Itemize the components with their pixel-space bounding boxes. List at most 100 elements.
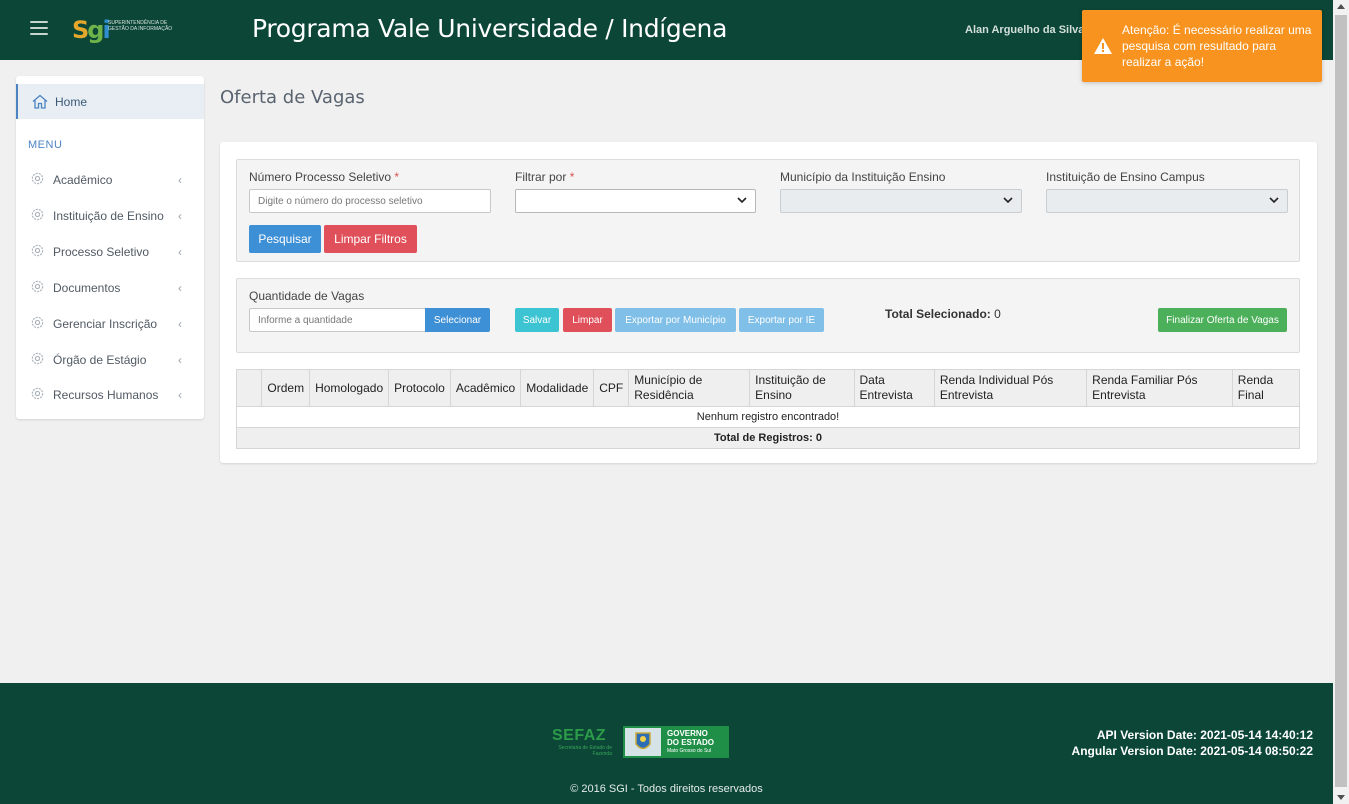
column-header[interactable]: Renda Individual Pós Entrevista	[933, 369, 1088, 407]
copyright: © 2016 SGI - Todos direitos reservados	[570, 783, 763, 795]
angular-version: Angular Version Date: 2021-05-14 08:50:2…	[1071, 744, 1313, 758]
chevron-down-icon	[1003, 197, 1013, 204]
app-title: Programa Vale Universidade / Indígena	[252, 14, 728, 43]
chevron-down-icon	[737, 197, 747, 204]
governo-ms-logo: GOVERNO DO ESTADO Mato Grosso do Sul	[623, 726, 729, 758]
sidebar: Home MENU Acadêmico ‹ Instituição de Ens…	[16, 76, 204, 419]
table-total-row: Total de Registros: 0	[236, 427, 1300, 449]
column-header[interactable]: Protocolo	[388, 369, 451, 407]
sidebar-item-label: Gerenciar Inscrição	[53, 317, 158, 331]
chevron-left-icon: ‹	[178, 281, 182, 295]
selecionar-button[interactable]: Selecionar	[425, 308, 490, 332]
sidebar-item-label: Recursos Humanos	[53, 388, 159, 402]
salvar-button[interactable]: Salvar	[515, 308, 559, 332]
sidebar-item-gerenciar-inscricao[interactable]: Gerenciar Inscrição ‹	[16, 304, 204, 340]
gear-icon	[31, 244, 44, 257]
column-header[interactable]: Ordem	[261, 369, 311, 407]
chevron-left-icon: ‹	[178, 317, 182, 331]
filtrar-select[interactable]	[515, 189, 756, 213]
actions-box: Quantidade de Vagas Selecionar Salvar Li…	[236, 278, 1300, 353]
logo-text: SUPERINTENDÊNCIA DE GESTÃO DA INFORMAÇÃO	[108, 20, 173, 32]
column-header[interactable]: Município de Residência	[628, 369, 751, 407]
chevron-left-icon: ‹	[178, 173, 182, 187]
sidebar-item-label: Órgão de Estágio	[53, 353, 147, 367]
total-registros: Total de Registros: 0	[236, 427, 1300, 449]
sidebar-item-processo[interactable]: Processo Seletivo ‹	[16, 232, 204, 268]
gear-icon	[31, 316, 44, 329]
column-header[interactable]: Renda Final	[1231, 369, 1301, 407]
sidebar-item-recursos-humanos[interactable]: Recursos Humanos ‹	[16, 375, 204, 411]
quantidade-label: Quantidade de Vagas	[249, 289, 365, 303]
chevron-left-icon: ‹	[178, 388, 182, 402]
total-selecionado: Total Selecionado: 0	[885, 307, 1001, 321]
chevron-left-icon: ‹	[178, 245, 182, 259]
sidebar-item-academico[interactable]: Acadêmico ‹	[16, 160, 204, 196]
sidebar-item-label: Acadêmico	[53, 173, 113, 187]
sidebar-item-instituicao[interactable]: Instituição de Ensino ‹	[16, 196, 204, 232]
exportar-ie-button[interactable]: Exportar por IE	[739, 308, 824, 332]
home-icon	[32, 94, 48, 109]
municipio-label: Município da Instituição Ensino	[780, 170, 946, 184]
sidebar-item-documentos[interactable]: Documentos ‹	[16, 268, 204, 304]
scroll-up-icon[interactable]	[1337, 4, 1345, 9]
filtrar-label: Filtrar por *	[515, 170, 575, 184]
exportar-municipio-button[interactable]: Exportar por Município	[615, 308, 736, 332]
column-header	[235, 369, 263, 407]
version-info: API Version Date: 2021-05-14 14:40:12 An…	[1072, 727, 1313, 759]
column-header[interactable]: Instituição de Ensino	[749, 369, 855, 407]
pesquisar-button[interactable]: Pesquisar	[249, 225, 321, 253]
filter-box: Número Processo Seletivo * Filtrar por *…	[236, 159, 1300, 262]
main-panel: Número Processo Seletivo * Filtrar por *…	[220, 142, 1317, 463]
footer: SEFAZ Secretaria de Estado de Fazenda GO…	[0, 683, 1333, 804]
sidebar-item-label: Documentos	[53, 281, 121, 295]
page-scrollbar[interactable]	[1333, 0, 1349, 804]
column-header[interactable]: Data Entrevista	[853, 369, 935, 407]
warning-toast[interactable]: Atenção: É necessário realizar uma pesqu…	[1082, 10, 1322, 82]
finalizar-oferta-button[interactable]: Finalizar Oferta de Vagas	[1158, 308, 1287, 332]
scroll-down-icon[interactable]	[1337, 795, 1345, 800]
gear-icon	[31, 208, 44, 221]
hamburger-menu-icon[interactable]	[30, 21, 48, 35]
state-crest-icon	[625, 728, 661, 756]
column-header[interactable]: Modalidade	[520, 369, 595, 407]
sidebar-item-label: Home	[55, 95, 88, 109]
sgi-logo[interactable]: Sgi SUPERINTENDÊNCIA DE GESTÃO DA INFORM…	[72, 16, 172, 46]
gear-icon	[31, 387, 44, 400]
column-header[interactable]: Homologado	[309, 369, 390, 407]
sefaz-logo: SEFAZ Secretaria de Estado de Fazenda	[552, 727, 612, 757]
table-row: Nenhum registro encontrado!	[236, 406, 1300, 428]
limpar-button[interactable]: Limpar	[563, 308, 612, 332]
total-selecionado-value: 0	[994, 307, 1001, 321]
table-header-row: Ordem Homologado Protocolo Acadêmico Mod…	[235, 369, 1301, 407]
chevron-left-icon: ‹	[178, 353, 182, 367]
gear-icon	[31, 280, 44, 293]
logo-mark: Sgi	[72, 16, 111, 44]
menu-heading: MENU	[28, 139, 63, 151]
municipio-select[interactable]	[780, 189, 1022, 213]
processo-label: Número Processo Seletivo *	[249, 170, 400, 184]
toast-message: Atenção: É necessário realizar uma pesqu…	[1122, 23, 1312, 69]
quantidade-input[interactable]	[249, 308, 426, 332]
instituicao-label: Instituição de Ensino Campus	[1046, 170, 1205, 184]
user-name[interactable]: Alan Arguelho da Silva	[965, 24, 1084, 36]
page-title: Oferta de Vagas	[220, 87, 365, 108]
column-header[interactable]: Acadêmico	[449, 369, 522, 407]
warning-icon	[1094, 38, 1112, 54]
sidebar-item-label: Instituição de Ensino	[53, 209, 164, 223]
column-header[interactable]: Renda Familiar Pós Entrevista	[1086, 369, 1233, 407]
empty-message: Nenhum registro encontrado!	[236, 406, 1300, 428]
scrollbar-thumb[interactable]	[1335, 15, 1347, 787]
sidebar-item-orgao-estagio[interactable]: Órgão de Estágio ‹	[16, 340, 204, 376]
instituicao-select[interactable]	[1046, 189, 1288, 213]
gear-icon	[31, 172, 44, 185]
sidebar-item-label: Processo Seletivo	[53, 245, 150, 259]
column-header[interactable]: CPF	[593, 369, 630, 407]
limpar-filtros-button[interactable]: Limpar Filtros	[324, 225, 417, 253]
gear-icon	[31, 352, 44, 365]
api-version: API Version Date: 2021-05-14 14:40:12	[1096, 728, 1313, 742]
chevron-left-icon: ‹	[178, 209, 182, 223]
processo-input[interactable]	[249, 189, 491, 213]
sidebar-item-home[interactable]: Home	[16, 84, 204, 119]
chevron-down-icon	[1269, 197, 1279, 204]
results-table: Ordem Homologado Protocolo Acadêmico Mod…	[235, 369, 1301, 449]
